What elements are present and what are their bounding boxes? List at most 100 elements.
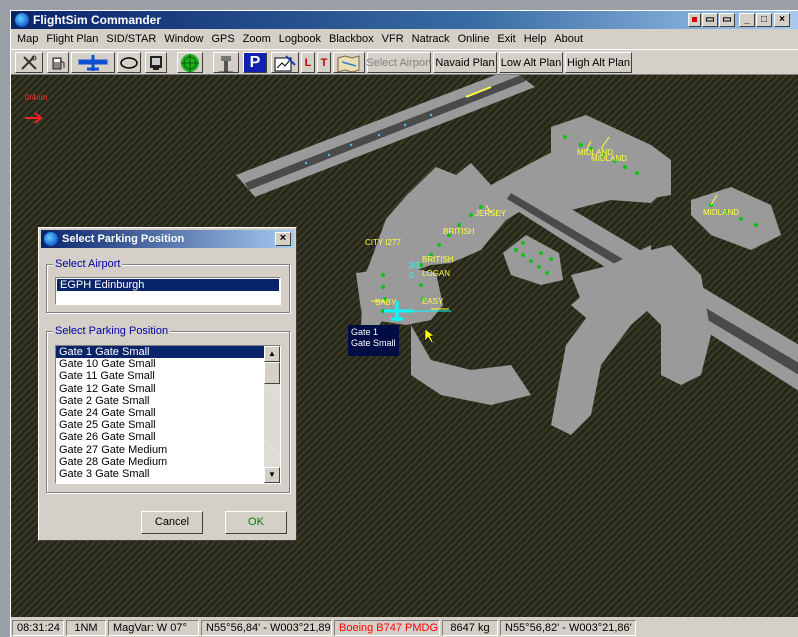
cursor-arrow-icon bbox=[424, 328, 435, 344]
cancel-button[interactable]: Cancel bbox=[141, 511, 203, 534]
extra-button-3[interactable]: ▭ bbox=[719, 13, 735, 27]
parking-button[interactable]: P bbox=[243, 52, 267, 73]
menu-about[interactable]: About bbox=[550, 30, 587, 48]
monitor-icon bbox=[150, 55, 162, 70]
dialog-title: Select Parking Position bbox=[62, 233, 185, 245]
chart-edit-icon bbox=[274, 54, 296, 71]
status-weight: 8647 kg bbox=[442, 620, 498, 636]
label-small-2: 0 bbox=[409, 271, 414, 280]
ellipse-button[interactable] bbox=[117, 52, 141, 73]
label-british-1: BRITISH bbox=[443, 227, 475, 236]
map-button[interactable] bbox=[333, 52, 365, 73]
parking-listbox[interactable]: Gate 1 Gate Small Gate 10 Gate Small Gat… bbox=[55, 345, 281, 484]
menu-map[interactable]: Map bbox=[11, 30, 42, 48]
parking-item[interactable]: Gate 1 Gate Small bbox=[56, 346, 264, 359]
scroll-up-icon[interactable]: ▲ bbox=[264, 346, 280, 362]
parking-group-label: Select Parking Position bbox=[53, 325, 171, 338]
low-alt-plan-button[interactable]: Low Alt Plan bbox=[499, 52, 563, 73]
select-airport-button[interactable]: Select Airport bbox=[366, 52, 432, 73]
radar-screen-button[interactable] bbox=[145, 52, 167, 73]
toolbar: P L T Select Airport Navaid Plan Low Alt… bbox=[11, 49, 798, 75]
extra-button-2[interactable]: ▭ bbox=[702, 13, 718, 27]
parking-item[interactable]: Gate 27 Gate Medium bbox=[56, 444, 264, 456]
fuel-button[interactable] bbox=[47, 52, 69, 73]
fuel-pump-icon bbox=[52, 57, 65, 69]
parking-item[interactable]: Gate 10 Gate Small bbox=[56, 358, 264, 370]
high-alt-plan-button[interactable]: High Alt Plan bbox=[565, 52, 632, 73]
remote-stands bbox=[503, 235, 563, 285]
parking-item[interactable]: Gate 24 Gate Small bbox=[56, 407, 264, 419]
folded-map-icon bbox=[337, 54, 360, 72]
status-position: N55°56,84' - W003°21,89' bbox=[201, 620, 332, 636]
label-baby: BABY bbox=[375, 298, 397, 307]
parking-item[interactable]: Gate 3 Gate Small bbox=[56, 468, 264, 480]
parking-item[interactable]: Gate 28 Gate Medium bbox=[56, 456, 264, 468]
select-parking-dialog: Select Parking Position × Select Airport… bbox=[38, 227, 297, 541]
menu-exit[interactable]: Exit bbox=[493, 30, 519, 48]
label-city: CITY I277 bbox=[365, 238, 401, 247]
l-button[interactable]: L bbox=[301, 52, 315, 73]
airplane-icon bbox=[78, 54, 108, 71]
menu-help[interactable]: Help bbox=[520, 30, 551, 48]
menu-logbook[interactable]: Logbook bbox=[275, 30, 325, 48]
label-small-1: 2/3 bbox=[409, 261, 421, 270]
airport-selected-item[interactable]: EGPH Edinburgh bbox=[57, 279, 279, 291]
label-midland-2: MIDLAND bbox=[591, 154, 628, 163]
menu-online[interactable]: Online bbox=[454, 30, 494, 48]
dialog-close-button[interactable]: × bbox=[275, 232, 291, 246]
airport-group-label: Select Airport bbox=[53, 258, 123, 271]
radar-icon bbox=[181, 53, 199, 72]
scroll-thumb[interactable] bbox=[264, 362, 280, 384]
menu-blackbox[interactable]: Blackbox bbox=[325, 30, 378, 48]
map-scale-label: 0/4nm bbox=[25, 93, 48, 102]
menu-bar: Map Flight Plan SID/STAR Window GPS Zoom Logbo… bbox=[11, 30, 798, 48]
control-tower-icon bbox=[219, 55, 233, 72]
close-button[interactable]: × bbox=[774, 13, 790, 27]
parking-item[interactable]: Gate 2 Gate Small bbox=[56, 395, 264, 407]
gate-tooltip-type: Gate Small bbox=[351, 338, 396, 348]
parking-item[interactable]: Gate 25 Gate Small bbox=[56, 419, 264, 431]
title-bar: FlightSim Commander ▭ ▭ _ □ × bbox=[11, 11, 798, 29]
menu-gps[interactable]: GPS bbox=[207, 30, 238, 48]
t-button[interactable]: T bbox=[317, 52, 331, 73]
tools-icon bbox=[21, 55, 37, 70]
label-easy: EASY bbox=[422, 297, 444, 306]
menu-window[interactable]: Window bbox=[160, 30, 207, 48]
airport-listbox[interactable]: EGPH Edinburgh bbox=[55, 277, 281, 305]
label-jersey: JERSEY bbox=[475, 209, 507, 218]
app-globe-icon bbox=[15, 13, 29, 27]
menu-zoom[interactable]: Zoom bbox=[239, 30, 275, 48]
parking-item[interactable]: Gate 12 Gate Small bbox=[56, 383, 264, 395]
apron-midland-2 bbox=[691, 187, 781, 250]
maximize-button[interactable]: □ bbox=[756, 13, 772, 27]
north-arrow-icon bbox=[25, 112, 43, 124]
menu-flight-plan[interactable]: Flight Plan bbox=[42, 30, 102, 48]
plan-edit-button[interactable] bbox=[271, 52, 299, 73]
status-cursor-position: N55°56,82' - W003°21,86' bbox=[500, 620, 636, 636]
ellipse-icon bbox=[120, 56, 138, 69]
menu-vfr[interactable]: VFR bbox=[378, 30, 408, 48]
navaid-plan-button[interactable]: Navaid Plan bbox=[433, 52, 497, 73]
gate-tooltip-name: Gate 1 bbox=[351, 327, 379, 337]
menu-natrack[interactable]: Natrack bbox=[408, 30, 454, 48]
tools-button[interactable] bbox=[15, 52, 43, 73]
status-magvar: MagVar: W 07° bbox=[108, 620, 199, 636]
status-bar: 08:31:24 1NM MagVar: W 07° N55°56,84' - … bbox=[11, 617, 798, 637]
scroll-down-icon[interactable]: ▼ bbox=[264, 467, 280, 483]
menu-sid-star[interactable]: SID/STAR bbox=[102, 30, 160, 48]
parking-item[interactable]: Gate 11 Gate Small bbox=[56, 370, 264, 382]
aircraft-button[interactable] bbox=[71, 52, 115, 73]
parking-item[interactable]: Gate 26 Gate Small bbox=[56, 431, 264, 443]
status-time: 08:31:24 bbox=[12, 620, 64, 636]
label-logan: LOGAN bbox=[422, 269, 451, 278]
label-british-2: BRITISH bbox=[422, 255, 454, 264]
runway-north bbox=[245, 75, 526, 190]
minimize-button[interactable]: _ bbox=[739, 13, 755, 27]
ok-button[interactable]: OK bbox=[225, 511, 287, 534]
radar-button[interactable] bbox=[177, 52, 203, 73]
extra-button-1[interactable] bbox=[688, 13, 701, 27]
app-title: FlightSim Commander bbox=[33, 13, 162, 27]
parking-scrollbar[interactable]: ▲ ▼ bbox=[264, 346, 280, 483]
status-range: 1NM bbox=[66, 620, 106, 636]
tower-button[interactable] bbox=[213, 52, 239, 73]
